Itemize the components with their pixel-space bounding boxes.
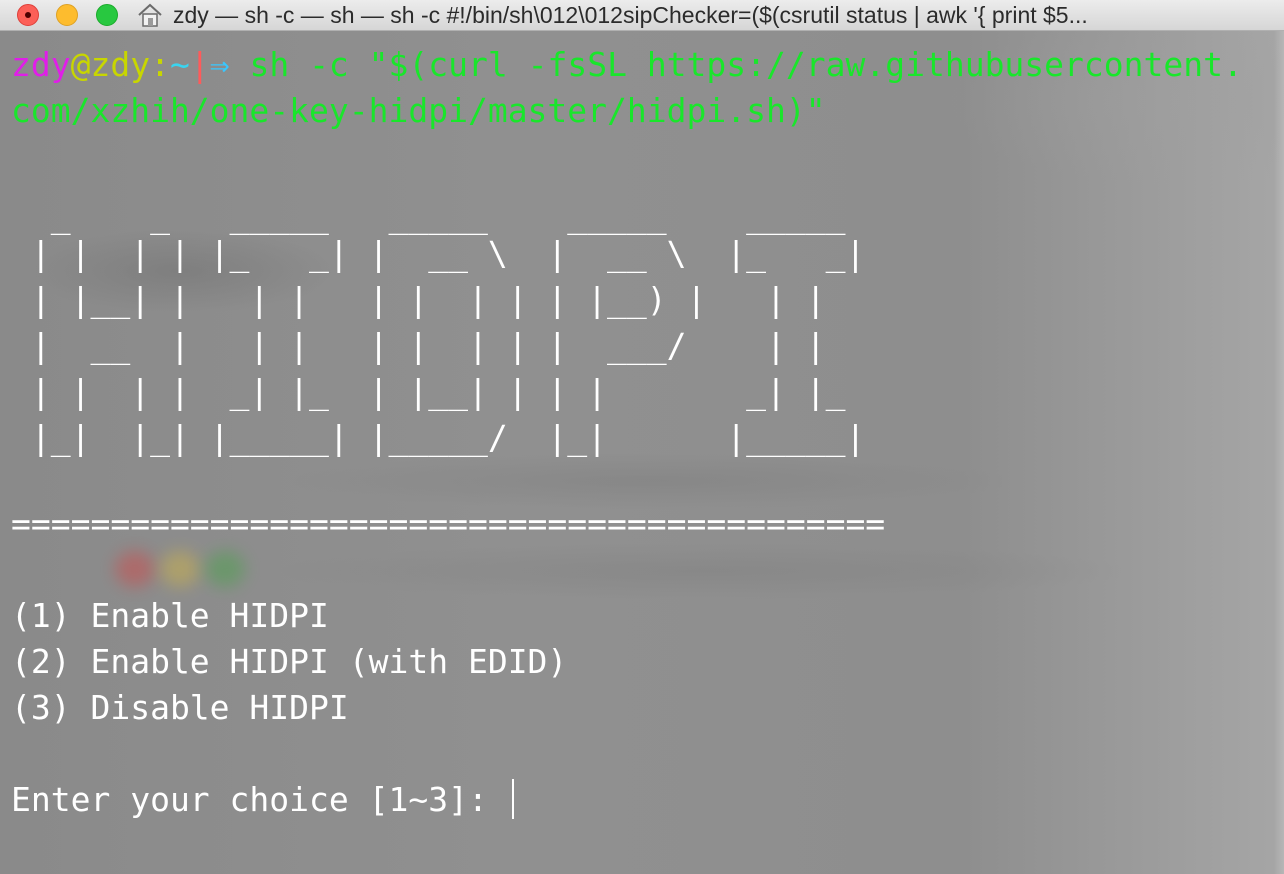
prompt-line: zdy@zdy:~|⇒ sh -c "$(curl -fsSL https://… (11, 42, 1243, 88)
minimize-button[interactable] (56, 4, 78, 26)
banner-line-3: | |__| | | | | | | | | |__) | | | (11, 280, 826, 319)
prompt-colon: : (150, 45, 170, 84)
input-prompt-line[interactable]: Enter your choice [1~3]: (11, 777, 514, 823)
command-text-line1: sh -c "$(curl -fsSL https://raw.githubus… (229, 45, 1243, 84)
prompt-user: zdy (11, 45, 71, 84)
blurred-background-swatch (160, 551, 200, 587)
banner-line-2: | | | | |_ _| | __ \ | __ \ |_ _| (11, 234, 866, 273)
menu-option-1: (1) Enable HIDPI (11, 596, 329, 635)
home-icon (138, 3, 162, 27)
terminal-window: zdy — sh -c — sh — sh -c #!/bin/sh\012\0… (0, 0, 1284, 874)
separator-line: ========================================… (11, 504, 886, 543)
close-button[interactable] (17, 4, 39, 26)
menu-option-3: (3) Disable HIDPI (11, 688, 349, 727)
prompt-host: zdy (90, 45, 151, 84)
input-prompt-text: Enter your choice [1~3]: (11, 780, 508, 819)
prompt-arrow-icon: ⇒ (209, 45, 230, 84)
blurred-background-swatch (205, 551, 245, 587)
prompt-bar: | (189, 45, 210, 84)
blurred-background-swatch (115, 551, 155, 587)
text-cursor (511, 779, 514, 819)
background-window-edge (1274, 31, 1284, 874)
banner-line-6: |_| |_| |_____| |_____/ |_| |_____| (11, 418, 866, 457)
banner-line-4: | __ | | | | | | | | ___/ | | (11, 326, 826, 365)
terminal-content[interactable]: zdy@zdy:~|⇒ sh -c "$(curl -fsSL https://… (0, 31, 1284, 874)
prompt-at: @ (70, 45, 91, 84)
menu-option-2: (2) Enable HIDPI (with EDID) (11, 642, 568, 681)
title-bar[interactable]: zdy — sh -c — sh — sh -c #!/bin/sh\012\0… (0, 0, 1284, 31)
command-text-line2: com/xzhih/one-key-hidpi/master/hidpi.sh)… (11, 91, 826, 130)
banner-line-5: | | | | _| |_ | |__| | | | _| |_ (11, 372, 846, 411)
zoom-button[interactable] (96, 4, 118, 26)
prompt-path: ~ (169, 45, 190, 84)
window-title: zdy — sh -c — sh — sh -c #!/bin/sh\012\0… (173, 2, 1088, 28)
